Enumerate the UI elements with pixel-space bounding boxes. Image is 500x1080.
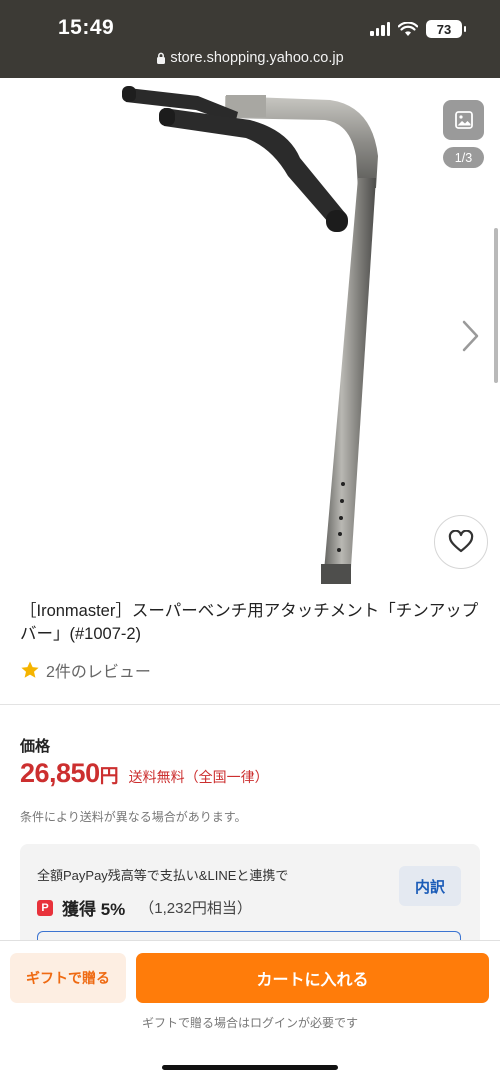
image-icon xyxy=(454,111,473,129)
price-value: 26,850 xyxy=(20,758,100,788)
paypay-equivalent: （1,232円相当） xyxy=(139,900,252,917)
page-scrollbar[interactable] xyxy=(494,228,498,383)
paypay-condition: 全額PayPay残高等で支払い&LINEと連携で xyxy=(37,868,289,883)
favorite-button[interactable] xyxy=(434,515,488,569)
paypay-reward-row: P 獲得 5% （1,232円相当） xyxy=(37,895,252,920)
review-link[interactable]: 2件のレビュー xyxy=(20,658,151,682)
price-row: 26,850 円 送料無料（全国一律） xyxy=(20,758,269,789)
url-text: store.shopping.yahoo.co.jp xyxy=(170,50,344,66)
wifi-icon xyxy=(398,21,418,36)
gift-login-note: ギフトで贈る場合はログインが必要です xyxy=(141,1016,358,1030)
product-photo[interactable] xyxy=(0,78,500,590)
shipping-badge: 送料無料（全国一律） xyxy=(128,769,269,785)
heart-icon xyxy=(448,530,474,553)
signal-icon xyxy=(370,22,390,36)
battery-indicator: 73 xyxy=(426,20,466,38)
bottom-action-bar: ギフトで贈る カートに入れる ギフトで贈る場合はログインが必要です xyxy=(0,940,500,1080)
status-time: 15:49 xyxy=(58,16,115,39)
image-list-button[interactable] xyxy=(443,100,484,140)
home-indicator[interactable] xyxy=(162,1065,338,1070)
section-divider xyxy=(0,704,500,705)
status-icons: 73 xyxy=(370,20,466,38)
chevron-right-icon[interactable] xyxy=(458,318,482,354)
paypay-rate: 獲得 5% xyxy=(62,900,126,919)
paypay-logo-icon: P xyxy=(37,899,53,916)
price-label: 価格 xyxy=(20,738,51,755)
price-unit: 円 xyxy=(99,766,119,787)
gift-button[interactable]: ギフトで贈る xyxy=(10,953,126,1003)
review-count: 2件のレビュー xyxy=(46,664,151,681)
image-counter: 1/3 xyxy=(443,147,484,168)
product-title: ［Ironmaster］スーパーベンチ用アタッチメント「チンアップバー」(#10… xyxy=(20,602,479,643)
breakdown-button[interactable]: 内訳 xyxy=(399,866,461,906)
shipping-note: 条件により送料が異なる場合があります。 xyxy=(20,810,247,824)
star-icon xyxy=(21,661,39,678)
browser-top-bar: 15:49 73 store.shopping.yahoo.co.jp xyxy=(0,0,500,78)
lock-icon xyxy=(157,52,166,64)
paypay-points-box: 全額PayPay残高等で支払い&LINEと連携で P 獲得 5% （1,232円… xyxy=(20,844,480,961)
url-bar[interactable]: store.shopping.yahoo.co.jp xyxy=(0,50,500,66)
add-to-cart-button[interactable]: カートに入れる xyxy=(136,953,489,1003)
product-image-gallery[interactable]: 1/3 xyxy=(0,78,500,590)
